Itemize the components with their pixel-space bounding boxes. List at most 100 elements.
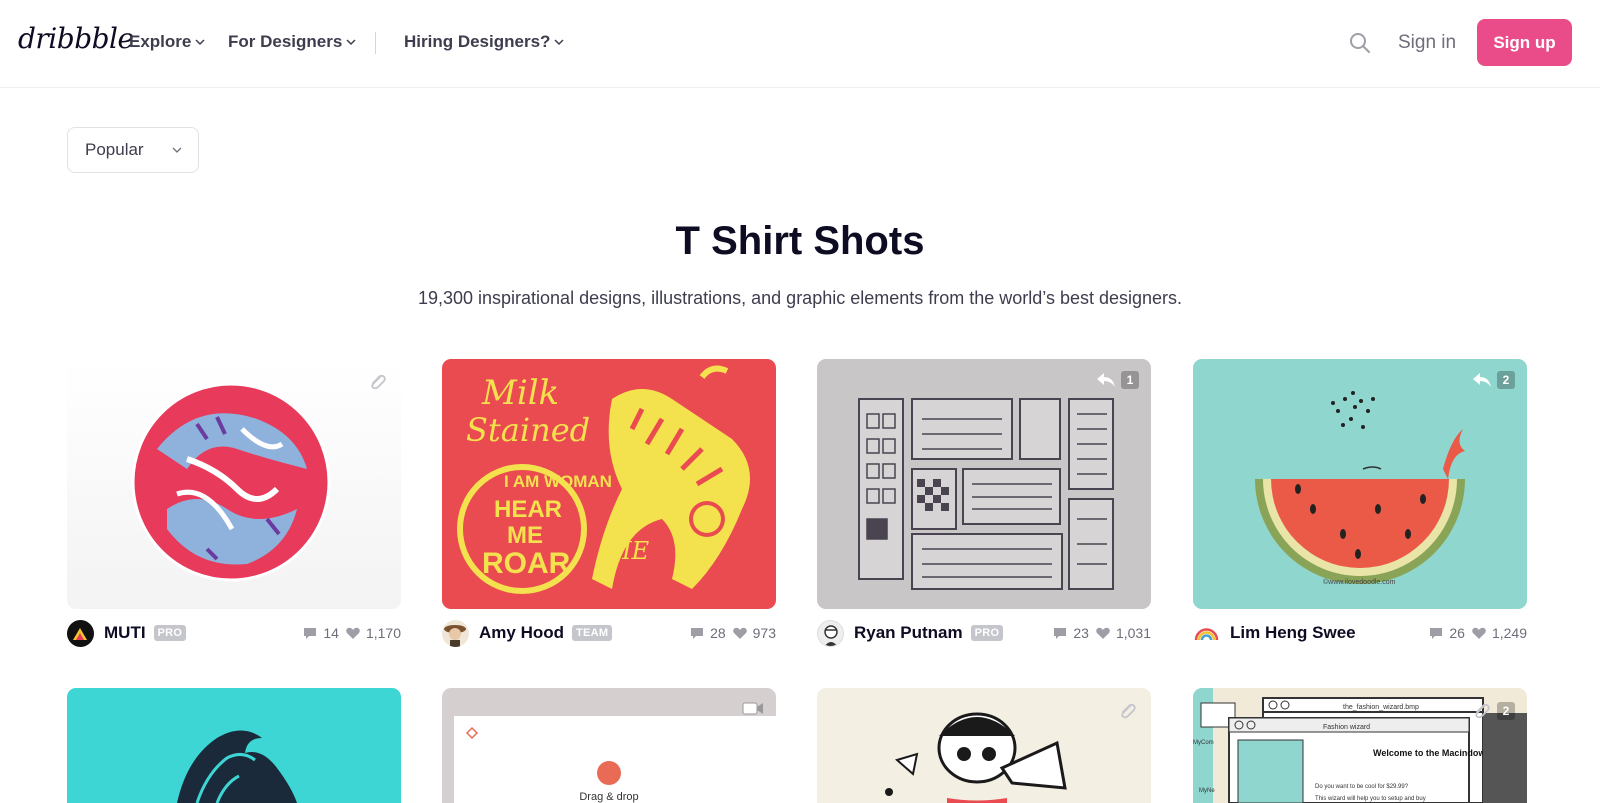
shot-meta: Lim Heng Swee 26 1,249 bbox=[1193, 619, 1527, 647]
shot-card[interactable]: ©www.ilovedoodle.com 2 Lim Heng Swee 26 … bbox=[1193, 359, 1527, 647]
sort-select-value: Popular bbox=[85, 140, 144, 159]
author-name[interactable]: Lim Heng Swee bbox=[1230, 623, 1356, 643]
search-icon[interactable] bbox=[1348, 31, 1372, 55]
shot-thumbnail[interactable] bbox=[817, 688, 1151, 803]
svg-text:Do you want to be cool for $29: Do you want to be cool for $29.99? bbox=[1315, 784, 1409, 790]
sign-in-link[interactable]: Sign in bbox=[1398, 32, 1456, 54]
svg-text:Drag & drop: Drag & drop bbox=[579, 791, 638, 803]
comment-icon bbox=[1054, 628, 1067, 639]
nav-explore-label: Explore bbox=[129, 32, 192, 51]
shot-card[interactable]: 1 Ryan Putnam PRO 23 1,031 bbox=[817, 359, 1151, 647]
tiger-circle-artwork bbox=[131, 382, 331, 582]
shot-stats: 26 1,249 bbox=[1428, 625, 1527, 641]
chevron-down-icon bbox=[554, 39, 564, 46]
nav-explore[interactable]: Explore bbox=[129, 32, 205, 52]
comment-count: 28 bbox=[710, 625, 726, 641]
rebound-icon bbox=[1473, 373, 1491, 387]
heart-icon[interactable] bbox=[732, 625, 748, 641]
shot-meta: Ryan Putnam PRO 23 1,031 bbox=[817, 619, 1151, 647]
avatar[interactable] bbox=[817, 619, 844, 647]
like-count: 1,249 bbox=[1491, 625, 1527, 641]
nav-for-designers-label: For Designers bbox=[228, 32, 343, 51]
avatar[interactable] bbox=[442, 619, 469, 647]
page-subtitle: 19,300 inspirational designs, illustrati… bbox=[417, 288, 1183, 308]
svg-text:Milk: Milk bbox=[481, 373, 559, 413]
heart-icon[interactable] bbox=[1471, 625, 1487, 641]
sort-select[interactable]: Popular bbox=[67, 127, 199, 173]
nav-divider bbox=[375, 32, 376, 54]
shot-card[interactable] bbox=[67, 688, 401, 803]
comment-count: 26 bbox=[1449, 625, 1465, 641]
nav-hiring-designers[interactable]: Hiring Designers? bbox=[404, 32, 564, 52]
shot-card[interactable]: Drag & drop bbox=[442, 688, 776, 803]
comment-count: 14 bbox=[323, 625, 339, 641]
author-name[interactable]: Ryan Putnam bbox=[854, 623, 963, 643]
rebound-badge: 1 bbox=[1095, 371, 1139, 389]
chevron-down-icon bbox=[195, 39, 205, 46]
rebound-count: 2 bbox=[1497, 702, 1515, 720]
svg-text:Fashion wizard: Fashion wizard bbox=[1323, 724, 1370, 731]
comments-stat: 28 bbox=[689, 625, 726, 641]
avatar[interactable] bbox=[67, 619, 94, 647]
pro-badge: PRO bbox=[153, 625, 187, 641]
svg-text:I AM WOMAN: I AM WOMAN bbox=[504, 472, 612, 491]
attachment-icon bbox=[1121, 703, 1136, 719]
author-name[interactable]: MUTI bbox=[104, 623, 146, 643]
shot-thumbnail[interactable]: 1 bbox=[817, 359, 1151, 609]
author-name[interactable]: Amy Hood bbox=[479, 623, 564, 643]
likes-stat: 973 bbox=[732, 625, 776, 641]
likes-stat: 1,170 bbox=[345, 625, 401, 641]
shot-thumbnail[interactable]: Drag & drop bbox=[442, 688, 776, 803]
top-nav: dribbble Explore For Designers Hiring De… bbox=[0, 0, 1600, 88]
shot-meta: Amy Hood TEAM 28 973 bbox=[442, 619, 776, 647]
dribbble-logo[interactable]: dribbble bbox=[18, 22, 134, 55]
shot-card[interactable] bbox=[817, 688, 1151, 803]
shot-meta: MUTI PRO 14 1,170 bbox=[67, 619, 401, 647]
likes-stat: 1,031 bbox=[1095, 625, 1151, 641]
drag-drop-artwork: Drag & drop bbox=[454, 716, 776, 803]
svg-text:HEAR: HEAR bbox=[494, 496, 562, 523]
svg-text:ROAR: ROAR bbox=[482, 547, 571, 580]
heart-icon[interactable] bbox=[1095, 625, 1111, 641]
shot-card[interactable]: Milk Stained I AM WOMAN HEAR ME ROAR ME … bbox=[442, 359, 776, 647]
svg-text:©www.ilovedoodle.com: ©www.ilovedoodle.com bbox=[1323, 578, 1396, 586]
comment-count: 23 bbox=[1073, 625, 1089, 641]
comments-stat: 14 bbox=[302, 625, 339, 641]
attachment-icon bbox=[1475, 703, 1490, 719]
shot-thumbnail[interactable]: MyCom MyNe the_fashion_wizard.bmp Fashio… bbox=[1193, 688, 1527, 803]
rebound-count: 2 bbox=[1497, 371, 1515, 389]
chevron-down-icon bbox=[172, 147, 182, 153]
shot-thumbnail[interactable] bbox=[67, 688, 401, 803]
nav-for-designers[interactable]: For Designers bbox=[228, 32, 356, 52]
like-count: 973 bbox=[752, 625, 776, 641]
svg-text:This wizard will help you to s: This wizard will help you to setup and b… bbox=[1315, 796, 1426, 802]
shot-thumbnail[interactable]: ©www.ilovedoodle.com 2 bbox=[1193, 359, 1527, 609]
comment-icon bbox=[1430, 628, 1443, 639]
comment-icon bbox=[304, 628, 317, 639]
svg-text:MyCom: MyCom bbox=[1193, 740, 1214, 746]
milk-stained-artwork: Milk Stained I AM WOMAN HEAR ME ROAR ME bbox=[457, 365, 750, 594]
shot-thumbnail[interactable] bbox=[67, 359, 401, 609]
heart-icon[interactable] bbox=[345, 625, 361, 641]
page-title: T Shirt Shots bbox=[675, 219, 925, 263]
shot-card[interactable]: MUTI PRO 14 1,170 bbox=[67, 359, 401, 647]
shot-stats: 14 1,170 bbox=[302, 625, 401, 641]
comments-stat: 23 bbox=[1052, 625, 1089, 641]
avatar[interactable] bbox=[1193, 619, 1220, 647]
like-count: 1,170 bbox=[365, 625, 401, 641]
shot-card[interactable]: MyCom MyNe the_fashion_wizard.bmp Fashio… bbox=[1193, 688, 1527, 803]
skull-megaphone-artwork bbox=[885, 712, 1067, 803]
attachment-icon bbox=[371, 374, 386, 390]
shot-stats: 28 973 bbox=[689, 625, 776, 641]
rebound-badge: 2 bbox=[1471, 371, 1515, 389]
nav-hiring-designers-label: Hiring Designers? bbox=[404, 32, 551, 51]
likes-stat: 1,249 bbox=[1471, 625, 1527, 641]
watermelon-whale-artwork: ©www.ilovedoodle.com bbox=[1255, 391, 1465, 586]
shot-stats: 23 1,031 bbox=[1052, 625, 1151, 641]
sign-up-button[interactable]: Sign up bbox=[1477, 19, 1572, 66]
svg-text:ME: ME bbox=[507, 522, 543, 549]
rebound-icon bbox=[1097, 373, 1115, 387]
attachment-badge: 2 bbox=[1471, 700, 1515, 722]
comment-icon bbox=[691, 628, 704, 639]
shot-thumbnail[interactable]: Milk Stained I AM WOMAN HEAR ME ROAR ME bbox=[442, 359, 776, 609]
